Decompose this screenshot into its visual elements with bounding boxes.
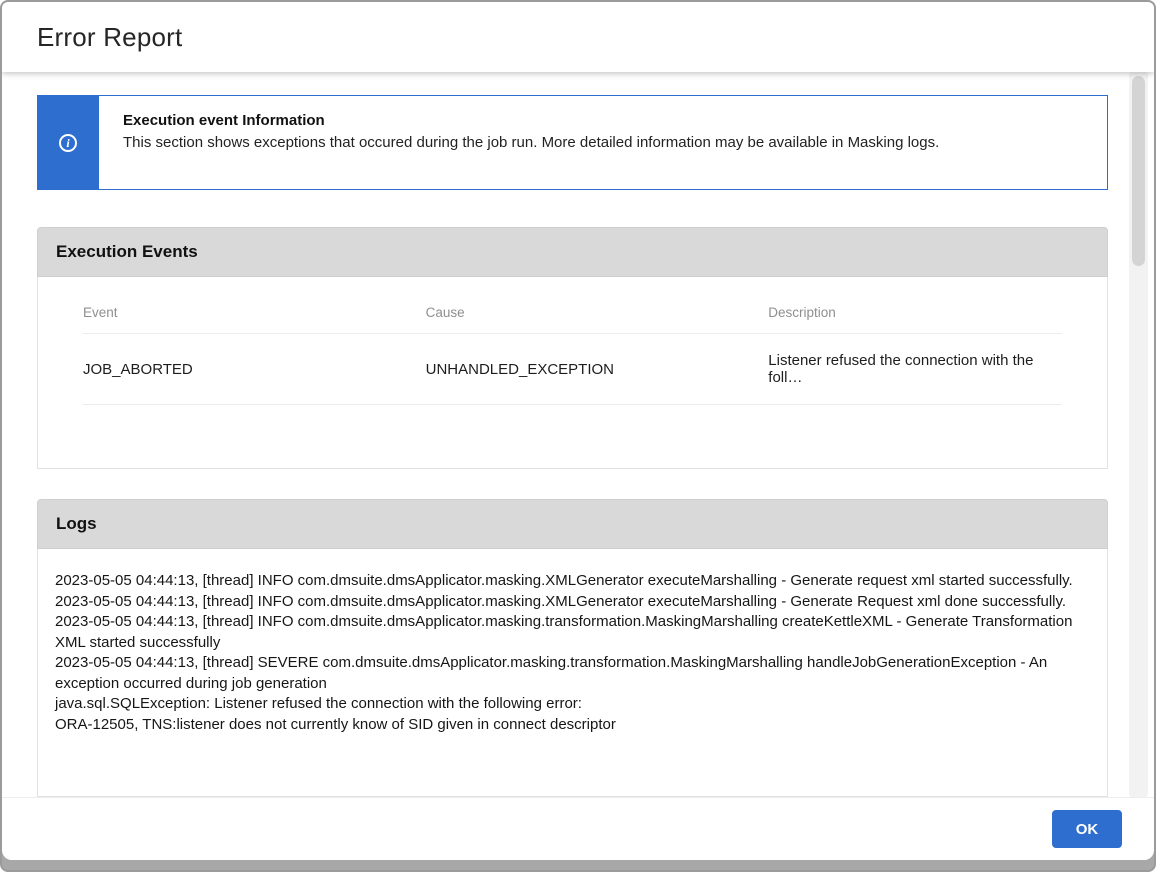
execution-events-panel: Execution Events Event Cause Description: [37, 227, 1108, 469]
execution-events-header: Execution Events: [37, 227, 1108, 277]
logs-title: Logs: [56, 514, 97, 534]
page-background: Error Report i Execution event Informati…: [0, 0, 1156, 872]
info-icon-box: i: [37, 95, 99, 190]
logs-header: Logs: [37, 499, 1108, 549]
scrollbar-thumb[interactable]: [1132, 76, 1145, 266]
dialog-header: Error Report: [2, 2, 1154, 72]
error-report-dialog: Error Report i Execution event Informati…: [2, 2, 1154, 860]
column-header-event: Event: [83, 277, 426, 334]
log-line: 2023-05-05 04:44:13, [thread] INFO com.d…: [55, 612, 1077, 653]
info-banner-text: This section shows exceptions that occur…: [123, 134, 939, 151]
column-header-description: Description: [768, 277, 1062, 334]
dialog-body: i Execution event Information This secti…: [2, 72, 1154, 797]
dialog-footer: OK: [2, 797, 1154, 860]
log-line: 2023-05-05 04:44:13, [thread] INFO com.d…: [55, 571, 1077, 592]
table-header-row: Event Cause Description: [83, 277, 1062, 334]
ok-button[interactable]: OK: [1052, 810, 1122, 848]
cell-event: JOB_ABORTED: [83, 334, 426, 405]
dialog-title: Error Report: [37, 22, 182, 53]
log-line: ORA-12505, TNS:listener does not current…: [55, 715, 1077, 736]
info-banner-content: Execution event Information This section…: [99, 96, 963, 189]
execution-events-title: Execution Events: [56, 242, 198, 262]
execution-events-table: Event Cause Description JOB_ABORTED UNHA…: [83, 277, 1062, 405]
cell-description: Listener refused the connection with the…: [768, 334, 1062, 405]
table-row: JOB_ABORTED UNHANDLED_EXCEPTION Listener…: [83, 334, 1062, 405]
column-header-cause: Cause: [426, 277, 769, 334]
info-icon: i: [59, 134, 77, 152]
log-line: java.sql.SQLException: Listener refused …: [55, 694, 1077, 715]
logs-panel: Logs 2023-05-05 04:44:13, [thread] INFO …: [37, 499, 1108, 797]
log-line: 2023-05-05 04:44:13, [thread] SEVERE com…: [55, 653, 1077, 694]
log-line: 2023-05-05 04:44:13, [thread] INFO com.d…: [55, 592, 1077, 613]
logs-body: 2023-05-05 04:44:13, [thread] INFO com.d…: [37, 549, 1108, 797]
cell-cause: UNHANDLED_EXCEPTION: [426, 334, 769, 405]
info-banner-title: Execution event Information: [123, 112, 939, 129]
execution-events-body: Event Cause Description JOB_ABORTED UNHA…: [37, 277, 1108, 469]
dialog-scrollbar[interactable]: [1129, 72, 1148, 797]
info-banner: i Execution event Information This secti…: [37, 95, 1108, 190]
